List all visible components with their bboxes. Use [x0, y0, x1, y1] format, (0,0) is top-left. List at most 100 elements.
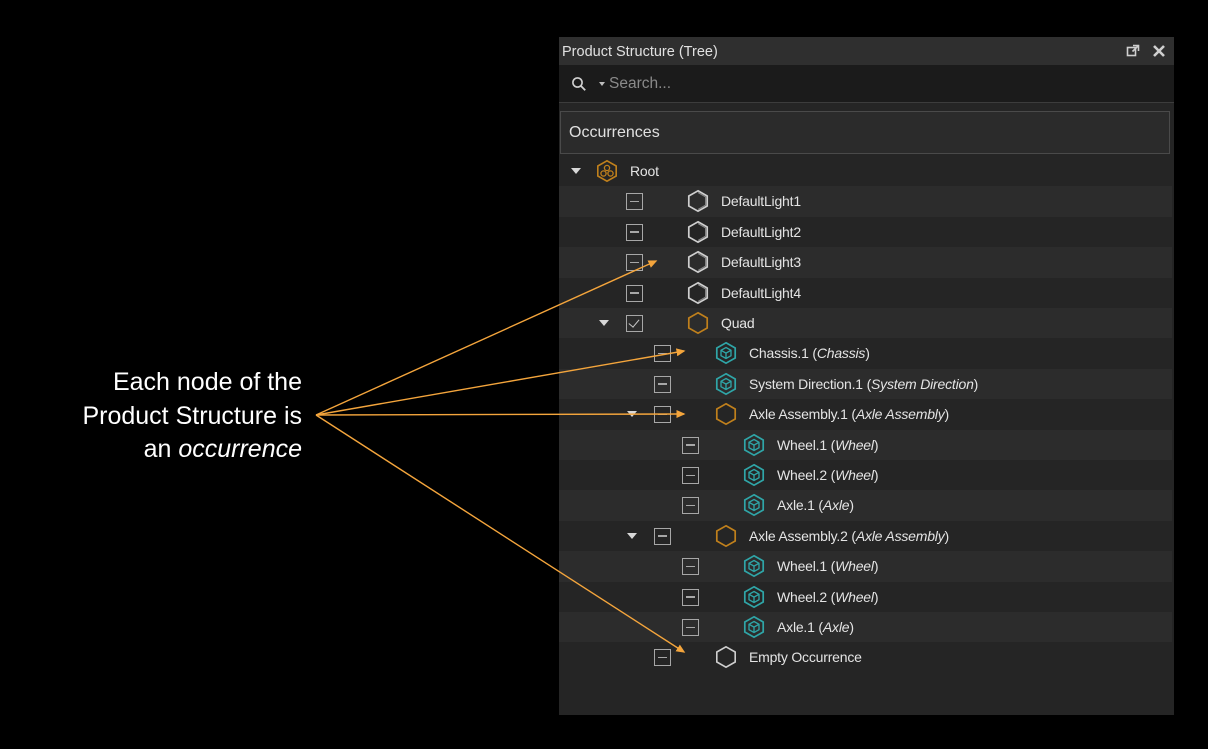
visibility-checkbox[interactable]: [682, 497, 699, 515]
column-header-occurrences[interactable]: Occurrences: [560, 111, 1170, 154]
visibility-checkbox[interactable]: [654, 375, 671, 393]
light-icon: [686, 189, 710, 213]
occurrence-name: DefaultLight2: [721, 223, 801, 240]
occurrence-name: Axle.1: [777, 497, 815, 514]
visibility-checkbox[interactable]: [682, 467, 699, 484]
annotation-line-3: an occurrence: [20, 433, 302, 467]
visibility-checkbox[interactable]: [626, 193, 643, 211]
occurrence-name: Axle Assembly.2: [749, 527, 848, 544]
tree-row[interactable]: DefaultLight2: [559, 217, 1172, 247]
occurrence-label: Empty Occurrence: [749, 642, 862, 672]
tree-row[interactable]: DefaultLight3: [559, 247, 1172, 278]
search-options-chevron-down-icon[interactable]: [599, 82, 605, 86]
visibility-checkbox[interactable]: [654, 406, 671, 424]
occurrence-label: Axle Assembly.1 (Axle Assembly): [749, 406, 949, 423]
tree-row[interactable]: DefaultLight4: [559, 278, 1172, 308]
occurrence-name: Wheel.2: [777, 467, 827, 483]
occurrence-name: Wheel.2: [777, 588, 827, 605]
visibility-checkbox[interactable]: [654, 345, 671, 363]
part-icon: [742, 585, 766, 609]
part-icon: [742, 493, 766, 517]
prototype-name: Axle Assembly: [855, 406, 945, 423]
visibility-checkbox[interactable]: [682, 619, 699, 636]
prototype-name: System Direction: [871, 375, 974, 392]
visibility-checkbox[interactable]: [682, 588, 699, 606]
annotation-line-2: Product Structure is: [82, 401, 302, 430]
visibility-checkbox[interactable]: [626, 254, 643, 272]
tree-row[interactable]: Wheel.1 (Wheel): [559, 551, 1172, 582]
assembly-icon: [714, 524, 738, 548]
visibility-checkbox[interactable]: [654, 649, 671, 667]
expand-chevron-down-icon[interactable]: [599, 320, 609, 326]
close-icon[interactable]: [1152, 44, 1166, 58]
occurrence-name: DefaultLight1: [721, 193, 801, 210]
tree-row[interactable]: Wheel.2 (Wheel): [559, 582, 1172, 612]
occurrence-label: Axle Assembly.2 (Axle Assembly): [749, 527, 949, 544]
occurrence-name: Axle Assembly.1: [749, 406, 848, 423]
occurrence-label: Wheel.1 (Wheel): [777, 558, 879, 575]
light-icon: [686, 250, 710, 274]
light-icon: [686, 220, 710, 244]
occurrence-label: Chassis.1 (Chassis): [749, 345, 870, 362]
assembly-icon: [686, 311, 710, 335]
visibility-checkbox[interactable]: [654, 527, 671, 545]
light-icon: [686, 281, 710, 305]
occurrence-name: Chassis.1: [749, 345, 809, 362]
occurrence-name: Axle.1: [777, 619, 815, 635]
occurrence-label: DefaultLight2: [721, 217, 801, 247]
tree-row[interactable]: Axle.1 (Axle): [559, 612, 1172, 643]
visibility-checkbox[interactable]: [682, 436, 699, 454]
part-icon: [742, 463, 766, 487]
prototype-name: Chassis: [816, 345, 866, 362]
tree-row[interactable]: System Direction.1 (System Direction): [559, 368, 1172, 400]
annotation-line-3-prefix: an: [143, 435, 179, 463]
tree-row[interactable]: Chassis.1 (Chassis): [559, 338, 1172, 368]
panel-title: Product Structure (Tree): [562, 44, 718, 60]
occurrence-label: Quad: [721, 308, 755, 338]
undock-icon[interactable]: [1126, 44, 1140, 58]
empty-occurrence-icon: [714, 645, 738, 669]
prototype-name: Wheel: [835, 588, 874, 605]
occurrence-name: Quad: [721, 315, 755, 331]
part-icon: [742, 615, 766, 639]
prototype-name: Wheel: [835, 436, 874, 453]
tree-row[interactable]: Quad: [559, 308, 1172, 339]
occurrence-name: System Direction.1: [749, 375, 863, 392]
search-bar: [559, 65, 1174, 103]
occurrence-label: Wheel.2 (Wheel): [777, 467, 879, 483]
part-icon: [714, 341, 738, 365]
visibility-checkbox[interactable]: [626, 284, 643, 302]
occurrence-name: Wheel.1: [777, 558, 827, 575]
tree-row[interactable]: Wheel.2 (Wheel): [559, 460, 1172, 490]
tree-row[interactable]: Axle Assembly.2 (Axle Assembly): [559, 521, 1172, 551]
expand-chevron-down-icon[interactable]: [627, 411, 637, 418]
occurrence-label: Axle.1 (Axle): [777, 619, 854, 635]
expand-chevron-down-icon[interactable]: [627, 532, 637, 539]
occurrence-label: System Direction.1 (System Direction): [749, 375, 979, 392]
occurrence-label: Wheel.2 (Wheel): [777, 588, 879, 605]
tree-row[interactable]: Axle.1 (Axle): [559, 490, 1172, 521]
part-icon: [714, 372, 738, 396]
visibility-checkbox[interactable]: [626, 223, 643, 241]
search-input[interactable]: [609, 71, 1149, 97]
visibility-checkbox[interactable]: [626, 315, 643, 332]
occurrence-name: Wheel.1: [777, 436, 827, 453]
tree-row[interactable]: Axle Assembly.1 (Axle Assembly): [559, 399, 1172, 429]
tree-row[interactable]: Empty Occurrence: [559, 642, 1172, 672]
expand-chevron-down-icon[interactable]: [571, 168, 581, 174]
annotation-emphasis: occurrence: [178, 435, 302, 463]
occurrence-name: Root: [630, 163, 659, 179]
occurrence-label: Wheel.1 (Wheel): [777, 436, 879, 453]
occurrence-name: DefaultLight3: [721, 254, 801, 271]
tree-row[interactable]: Wheel.1 (Wheel): [559, 429, 1172, 460]
search-icon[interactable]: [571, 76, 587, 92]
occurrence-label: DefaultLight3: [721, 247, 801, 277]
annotation-text: Each node of the Product Structure is an…: [20, 366, 302, 467]
tree-row[interactable]: Root: [559, 156, 1172, 186]
occurrence-name: Empty Occurrence: [749, 649, 862, 666]
occurrence-label: DefaultLight1: [721, 186, 801, 216]
part-icon: [742, 554, 766, 578]
tree-row[interactable]: DefaultLight1: [559, 186, 1172, 217]
prototype-name: Axle: [822, 619, 850, 635]
visibility-checkbox[interactable]: [682, 558, 699, 576]
